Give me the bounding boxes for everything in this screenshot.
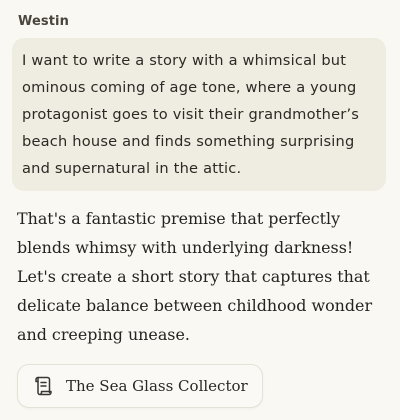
artifact-title: The Sea Glass Collector — [66, 377, 248, 395]
user-message-bubble: I want to write a story with a whimsical… — [12, 38, 386, 191]
chat-view: Westin I want to write a story with a wh… — [0, 0, 400, 420]
assistant-message-text: That's a fantastic premise that perfectl… — [17, 209, 373, 344]
sender-name: Westin — [18, 14, 69, 29]
user-message-text: I want to write a story with a whimsical… — [22, 52, 360, 177]
artifact-card[interactable]: The Sea Glass Collector — [17, 364, 263, 408]
document-icon — [32, 375, 54, 397]
